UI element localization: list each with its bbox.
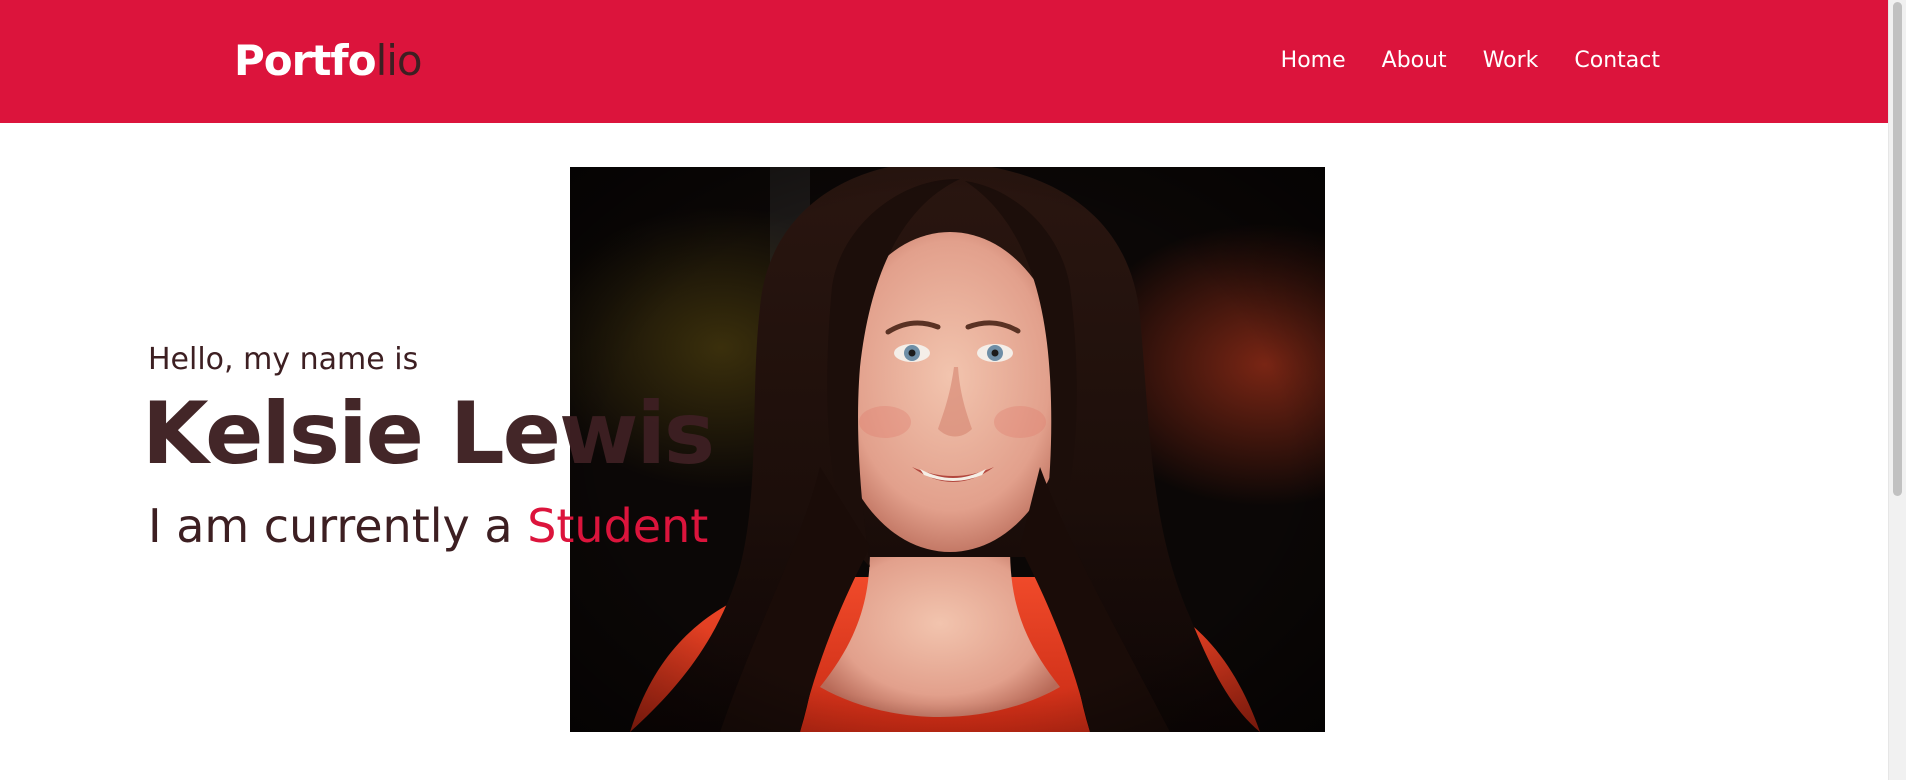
hero-role-prefix: I am currently a	[148, 499, 528, 553]
logo-part-2: lio	[375, 36, 423, 85]
main-nav: Home About Work Contact	[1281, 46, 1660, 76]
nav-contact[interactable]: Contact	[1574, 46, 1660, 76]
hero-role-highlight: Student	[527, 499, 709, 553]
hero-role: I am currently a Student	[148, 498, 708, 554]
hero-name: Kelsie Lewis	[142, 384, 715, 484]
nav-work[interactable]: Work	[1483, 46, 1539, 76]
logo-part-1: Portfo	[234, 36, 377, 85]
scrollbar-thumb[interactable]	[1893, 2, 1902, 496]
logo[interactable]: Portfolio	[234, 36, 423, 86]
page: Portfolio Home About Work Contact Hello,…	[0, 0, 1888, 780]
vertical-scrollbar[interactable]	[1888, 0, 1906, 780]
nav-home[interactable]: Home	[1281, 46, 1346, 76]
hero-intro: Hello, my name is	[148, 342, 419, 377]
site-header: Portfolio Home About Work Contact	[0, 0, 1888, 123]
nav-about[interactable]: About	[1382, 46, 1447, 76]
